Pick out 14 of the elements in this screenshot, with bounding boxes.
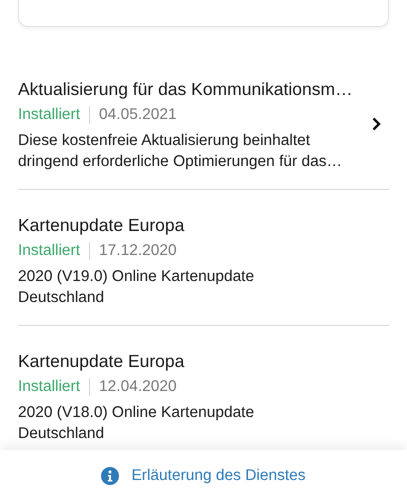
info-icon bbox=[101, 467, 120, 485]
update-title: Aktualisierung für das Kommunikationsm… bbox=[18, 78, 354, 101]
update-description: Diese kostenfreie Aktualisierung beinhaltet dringend erforderliche Optimierungen für das… bbox=[18, 131, 343, 172]
date-label: 04.05.2021 bbox=[99, 105, 177, 125]
status-label: Installiert bbox=[18, 105, 80, 125]
date-label: 12.04.2020 bbox=[99, 377, 177, 397]
date-label: 17.12.2020 bbox=[99, 241, 177, 261]
update-description: 2020 (V19.0) Online Kartenupdate Deutschland bbox=[18, 267, 256, 308]
update-description: 2020 (V18.0) Online Kartenupdate Deutschland bbox=[18, 403, 256, 444]
update-title: Kartenupdate Europa bbox=[18, 350, 186, 373]
status-label: Installiert bbox=[18, 241, 80, 261]
chevron-right-icon[interactable] bbox=[372, 117, 381, 131]
status-label: Installiert bbox=[18, 377, 80, 397]
update-title: Kartenupdate Europa bbox=[18, 214, 186, 237]
